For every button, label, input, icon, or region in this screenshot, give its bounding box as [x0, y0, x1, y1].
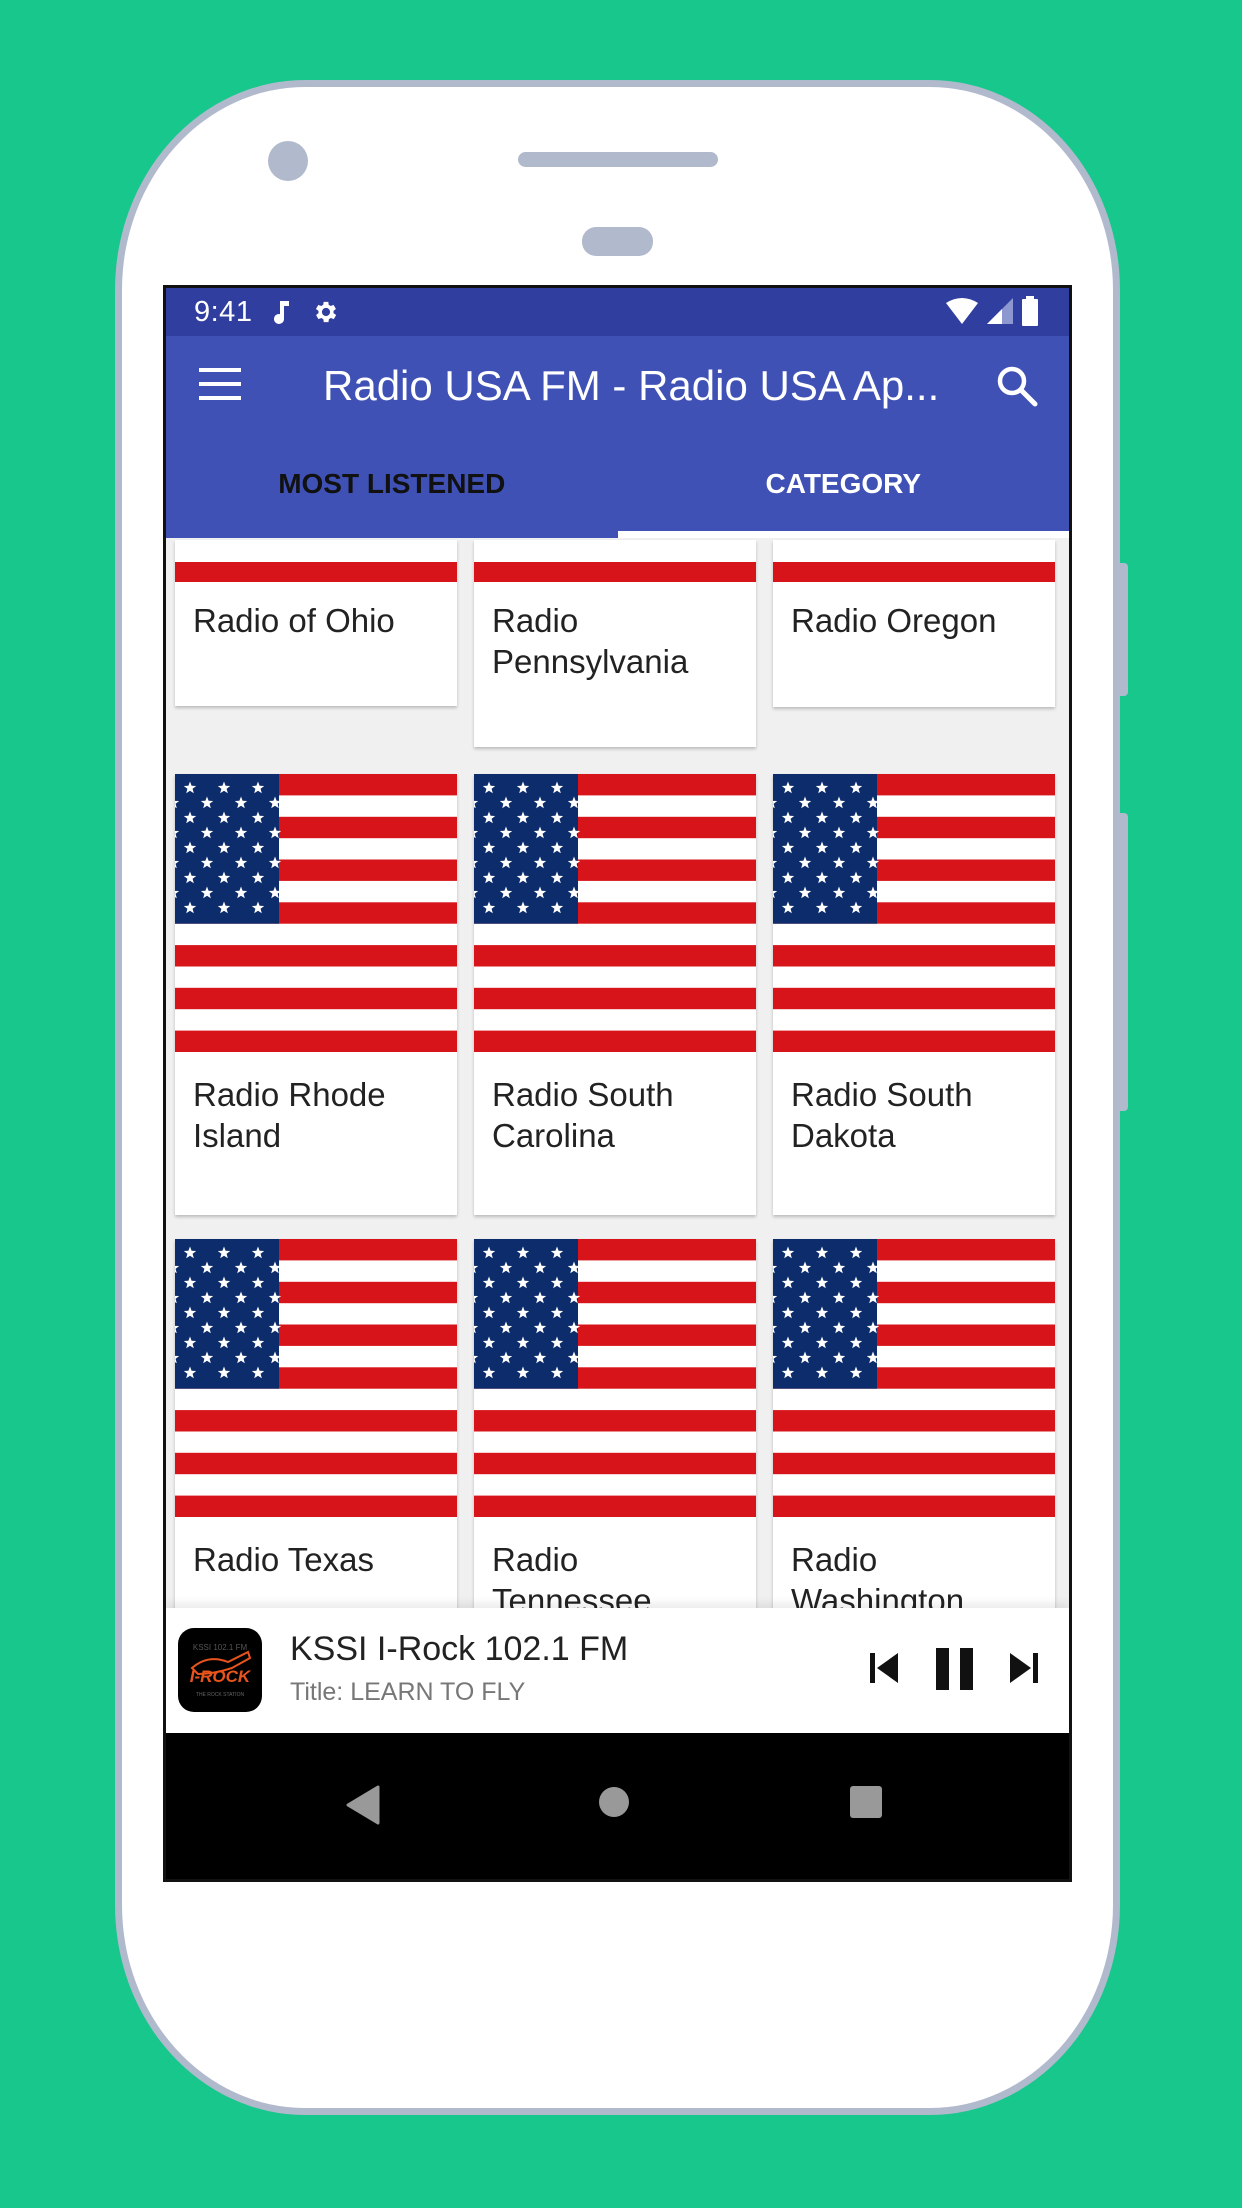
us-flag-image: [773, 540, 1055, 582]
app-bar: Radio USA FM - Radio USA Ap...: [166, 336, 1069, 436]
category-label: Radio Rhode Island: [193, 1076, 386, 1154]
flag-stripe: [474, 1495, 756, 1517]
status-time: 9:41: [194, 295, 253, 328]
station-name: KSSI I-Rock 102.1 FM: [290, 1630, 629, 1668]
tab-category[interactable]: CATEGORY: [617, 436, 1070, 538]
category-label: Radio Texas: [193, 1541, 375, 1578]
flag-stripe: [474, 1030, 756, 1052]
category-card-ohio[interactable]: Radio of Ohio: [175, 540, 457, 706]
flag-stripe: [773, 1495, 1055, 1517]
station-logo: KSSI 102.1 FM I-ROCK THE ROCK STATION: [178, 1628, 262, 1712]
cell-signal-icon: [987, 297, 1013, 330]
svg-text:THE ROCK STATION: THE ROCK STATION: [196, 1692, 245, 1698]
us-flag-image: [474, 540, 756, 582]
flag-stripe: [175, 945, 457, 967]
hamburger-menu-icon[interactable]: [199, 366, 241, 402]
now-playing-bar[interactable]: KSSI 102.1 FM I-ROCK THE ROCK STATION KS…: [166, 1608, 1069, 1733]
flag-stripe: [773, 1030, 1055, 1052]
flag-stripe: [773, 987, 1055, 1010]
category-card-south-dakota[interactable]: Radio South Dakota: [773, 774, 1055, 1215]
category-label: Radio of Ohio: [193, 602, 395, 639]
app-title: Radio USA FM - Radio USA Ap...: [323, 362, 940, 409]
tab-bar: MOST LISTENED CATEGORY: [166, 436, 1069, 538]
us-flag-image: [474, 774, 756, 1052]
category-label: Radio Oregon: [791, 602, 997, 639]
category-label: Radio South Dakota: [791, 1076, 973, 1154]
gear-icon: [312, 298, 340, 326]
flag-stripe: [175, 1495, 457, 1517]
category-label: Radio Tennessee: [492, 1541, 652, 1608]
category-grid: Radio of Ohio Radio Pennsylvania Radio O…: [166, 538, 1069, 1608]
pause-icon[interactable]: [936, 1648, 974, 1695]
category-card-texas[interactable]: Radio Texas: [175, 1239, 457, 1608]
us-flag-image: [175, 1239, 457, 1517]
flag-stripe: [474, 987, 756, 1010]
flag-stripe: [175, 987, 457, 1010]
flag-stripe: [474, 1410, 756, 1432]
us-flag-image: [175, 774, 457, 1052]
us-flag-image: [474, 1239, 756, 1517]
wifi-icon: [945, 297, 979, 330]
us-flag-image: [773, 1239, 1055, 1517]
us-flag-image: [175, 540, 457, 582]
tab-most-listened[interactable]: MOST LISTENED: [166, 436, 618, 538]
category-card-washington[interactable]: Radio Washington: [773, 1239, 1055, 1608]
search-icon[interactable]: [995, 364, 1039, 408]
category-card-south-carolina[interactable]: Radio South Carolina: [474, 774, 756, 1215]
flag-stripe: [175, 1030, 457, 1052]
home-icon[interactable]: [598, 1786, 630, 1823]
flag-stripe: [773, 945, 1055, 967]
category-label: Radio South Carolina: [492, 1076, 674, 1154]
system-nav-bar: [166, 1733, 1069, 1879]
station-logo-text: I-ROCK: [190, 1667, 252, 1686]
app-screen: 9:41 Radio USA FM - Radio USA Ap... MOST…: [163, 285, 1072, 1882]
flag-stripe: [773, 1452, 1055, 1475]
front-camera: [268, 141, 308, 181]
us-flag-image: [773, 774, 1055, 1052]
proximity-sensor: [582, 227, 653, 256]
skip-next-icon[interactable]: [1008, 1653, 1038, 1688]
category-card-oregon[interactable]: Radio Oregon: [773, 540, 1055, 707]
category-label: Radio Pennsylvania: [492, 602, 689, 680]
skip-previous-icon[interactable]: [870, 1653, 900, 1688]
battery-icon: [1021, 296, 1039, 331]
music-note-icon: [272, 299, 292, 325]
svg-text:KSSI 102.1 FM: KSSI 102.1 FM: [193, 1643, 248, 1652]
earpiece-speaker: [518, 152, 718, 167]
flag-stripe: [474, 1452, 756, 1475]
category-label: Radio Washington: [791, 1541, 965, 1608]
track-title: Title: LEARN TO FLY: [290, 1678, 526, 1706]
flag-stripe: [474, 945, 756, 967]
category-card-tennessee[interactable]: Radio Tennessee: [474, 1239, 756, 1608]
back-icon[interactable]: [344, 1785, 380, 1830]
flag-stripe: [773, 1410, 1055, 1432]
flag-stripe: [175, 1452, 457, 1475]
recents-icon[interactable]: [849, 1785, 883, 1824]
category-card-pennsylvania[interactable]: Radio Pennsylvania: [474, 540, 756, 747]
flag-stripe: [175, 1410, 457, 1432]
category-card-rhode-island[interactable]: Radio Rhode Island: [175, 774, 457, 1215]
status-bar: 9:41: [166, 288, 1069, 336]
